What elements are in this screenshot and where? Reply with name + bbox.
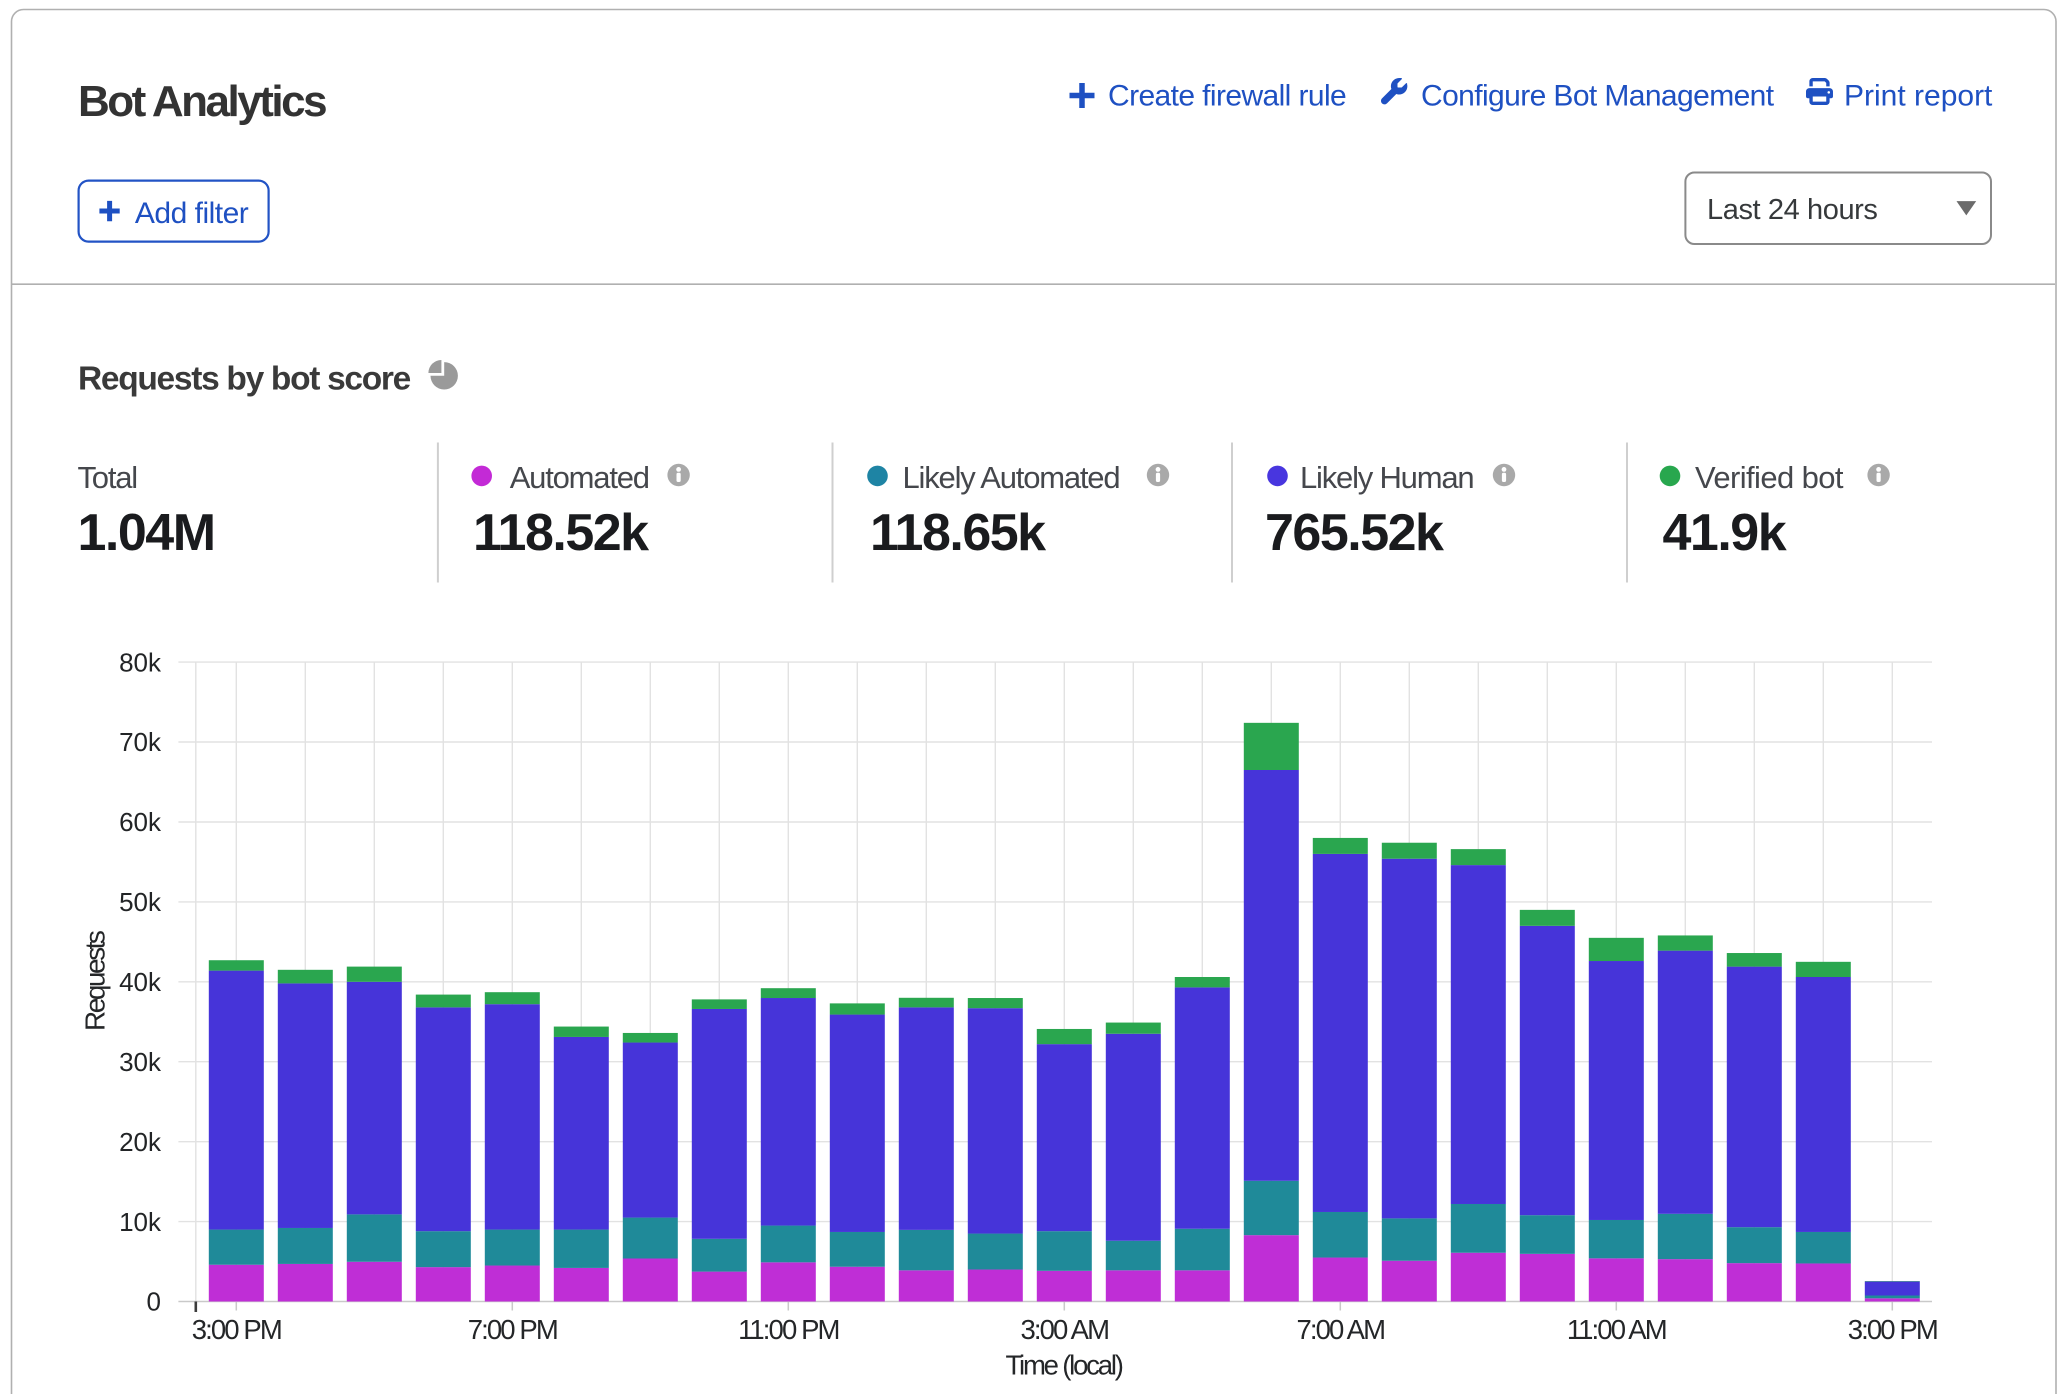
svg-text:1.04M: 1.04M [78, 504, 215, 562]
svg-text:3:00 PM: 3:00 PM [1848, 1314, 1937, 1345]
svg-text:7:00 AM: 7:00 AM [1296, 1314, 1384, 1345]
svg-text:118.52k: 118.52k [473, 504, 649, 562]
svg-text:Add filter: Add filter [135, 197, 249, 230]
svg-text:11:00 PM: 11:00 PM [738, 1314, 838, 1345]
svg-text:41.9k: 41.9k [1663, 504, 1787, 562]
svg-text:20k: 20k [119, 1127, 162, 1157]
svg-text:50k: 50k [119, 887, 162, 917]
svg-text:Likely Human: Likely Human [1300, 460, 1473, 495]
svg-text:Requests by bot score: Requests by bot score [78, 361, 411, 398]
svg-text:Bot Analytics: Bot Analytics [78, 77, 326, 126]
svg-text:70k: 70k [119, 727, 162, 757]
svg-text:Total: Total [78, 460, 137, 495]
svg-text:Likely Automated: Likely Automated [903, 460, 1120, 495]
svg-text:30k: 30k [119, 1047, 162, 1077]
svg-text:7:00 PM: 7:00 PM [468, 1314, 557, 1345]
svg-text:Last 24 hours: Last 24 hours [1707, 194, 1878, 226]
svg-text:118.65k: 118.65k [870, 504, 1046, 562]
svg-text:Verified bot: Verified bot [1695, 460, 1844, 495]
svg-text:0: 0 [147, 1287, 161, 1317]
svg-text:Configure Bot Management: Configure Bot Management [1421, 80, 1775, 113]
svg-text:Time (local): Time (local) [1005, 1350, 1122, 1381]
svg-text:Print report: Print report [1844, 80, 1993, 113]
svg-text:10k: 10k [119, 1207, 162, 1237]
svg-text:Requests: Requests [80, 931, 111, 1031]
svg-text:11:00 AM: 11:00 AM [1567, 1314, 1666, 1345]
svg-text:765.52k: 765.52k [1265, 504, 1444, 562]
svg-text:60k: 60k [119, 807, 162, 837]
svg-text:Automated: Automated [510, 460, 649, 495]
svg-text:Create firewall rule: Create firewall rule [1108, 80, 1346, 113]
svg-text:3:00 AM: 3:00 AM [1020, 1314, 1108, 1345]
svg-text:80k: 80k [119, 647, 162, 677]
svg-text:3:00 PM: 3:00 PM [192, 1314, 281, 1345]
svg-text:40k: 40k [119, 967, 162, 997]
